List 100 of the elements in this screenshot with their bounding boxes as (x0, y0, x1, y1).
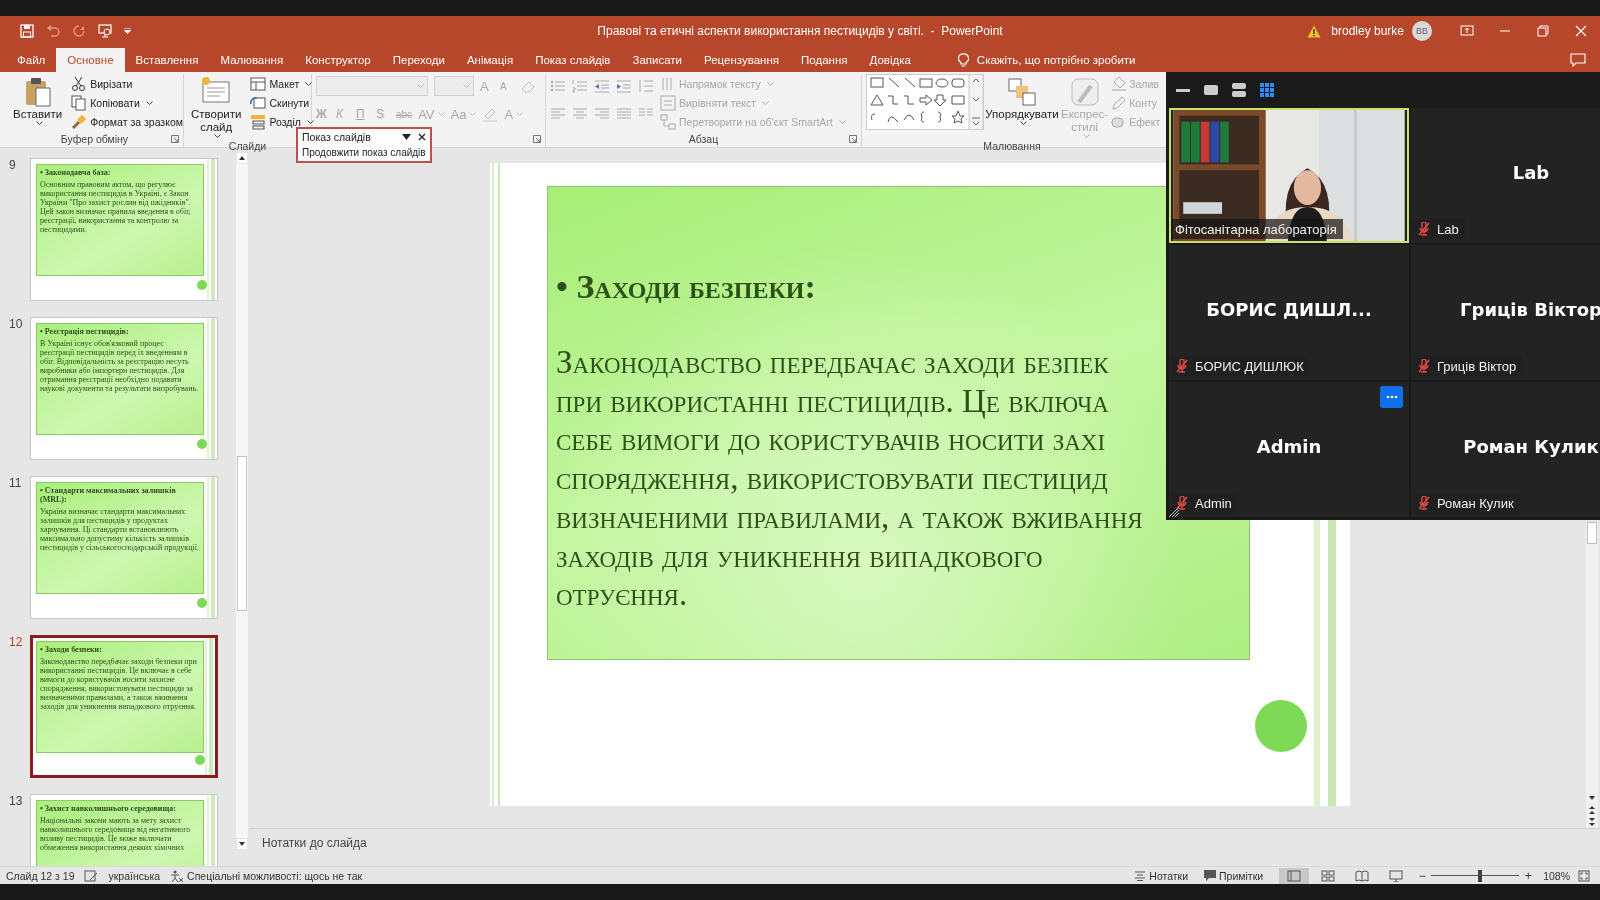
participant-tile[interactable]: Admin Admin (1169, 382, 1409, 517)
caret-icon (437, 112, 445, 116)
zoom-level[interactable]: 108% (1543, 869, 1570, 882)
slide-title: • Реєстрація пестицидів: (40, 327, 130, 336)
slide-sorter-icon (1321, 869, 1336, 882)
zoom-in-button[interactable]: + (1521, 868, 1536, 883)
ribbon-tab[interactable]: Основне (56, 48, 125, 72)
ribbon-tab[interactable]: Переходи (381, 48, 456, 72)
dropdown-icon[interactable] (401, 134, 411, 140)
spelling-icon[interactable] (84, 869, 99, 882)
participant-display-name: БОРИС ДИШЛ... (1206, 299, 1372, 320)
notes-field[interactable]: Нотатки до слайда (250, 828, 1600, 854)
slide-text-line: себе вимоги до користувачів носити захі (556, 420, 1106, 460)
view-button[interactable] (1230, 81, 1248, 99)
normal-view-icon (1287, 869, 1302, 882)
ribbon-button[interactable]: Розділ (248, 112, 316, 131)
participant-tile[interactable]: Lab Lab (1411, 108, 1600, 243)
view-button[interactable] (1258, 81, 1276, 99)
participant-name: Роман Кулик (1437, 495, 1514, 511)
ribbon-button[interactable]: Скинути (248, 93, 312, 112)
undo-icon (46, 24, 60, 38)
slide-title: • Заходи безпеки: (556, 267, 816, 307)
ribbon-button[interactable]: Вирізати (69, 74, 135, 93)
scroll-thumb[interactable] (1587, 522, 1597, 544)
participant-display-name: Admin (1256, 436, 1322, 457)
ribbon-tab[interactable]: Малювання (209, 48, 295, 72)
layout-icon (250, 75, 267, 92)
arrange-icon (1006, 76, 1038, 108)
more-button[interactable] (1380, 386, 1403, 408)
lightbulb-icon (957, 52, 969, 68)
slide-thumbnail[interactable] (30, 635, 218, 778)
slide-text: Законодавство передбачає заходи безпеки при використанні пестицидів. Це включає в себе вимоги до користувачів носити захисне спорядження, використовувати пестициди за визначеними правилами, а також вживання заходів для уникнення випадкового отруєння. (40, 657, 198, 711)
restore-icon (1536, 24, 1550, 38)
scrollbar[interactable] (1586, 522, 1598, 828)
ribbon-tab[interactable]: Файл (6, 48, 57, 72)
ribbon-button[interactable]: Макет (248, 74, 315, 93)
circle-shape (1255, 700, 1307, 752)
ribbon-tab[interactable]: Подання (790, 48, 859, 72)
smartart-icon (660, 113, 676, 130)
slide-number: 9 (8, 158, 17, 174)
numbering-icon (572, 79, 588, 93)
comments-button[interactable]: Примітки (1204, 869, 1264, 882)
bullets-icon (550, 79, 566, 93)
user-avatar[interactable]: BB (1412, 21, 1432, 41)
circle-shape (197, 598, 207, 608)
menu-item[interactable]: Продовжити показ слайдів (302, 146, 426, 159)
slide-number: 11 (8, 476, 23, 492)
pencil-icon (1111, 94, 1128, 111)
close-icon (1574, 24, 1588, 38)
scroll-up-icon (236, 152, 248, 164)
muted-mic-icon (1175, 359, 1189, 373)
participant-name: Фітосанітарна лабораторія (1175, 221, 1337, 237)
search-prompt[interactable]: Скажіть, що потрібно зробити (976, 54, 1136, 66)
ribbon-tab[interactable]: Записати (621, 48, 694, 72)
slide-thumbnail[interactable]: • Захист навколишнього середовища: Національні закони мають за мету захист навколишнього середовища від негативного впливу пестицидів. Це може включати обмеження використання деяких хімічних (30, 794, 218, 866)
ribbon-button[interactable]: Вставити (10, 74, 66, 127)
font-name-field[interactable] (316, 76, 428, 96)
participant-tile[interactable]: БОРИС ДИШЛ... БОРИС ДИШЛЮК (1169, 245, 1409, 380)
reset-icon (250, 94, 267, 111)
slide-text: Україна визначає стандарти максимальних залишків для пестицидів у продуктах харчування. Ці стандарти встановлюють максимально допустиму кількість залишків пестицидів у сільськогосподарській продукції. (40, 507, 200, 552)
scroll-thumb[interactable] (237, 456, 247, 611)
accessibility-button[interactable]: Спеціальні можливості: щось не так (170, 869, 363, 882)
caret-icon (1020, 121, 1027, 125)
ribbon-button[interactable]: Упорядкувати (986, 74, 1058, 127)
participant-name: Lab (1437, 221, 1459, 237)
slide-text-line: заходів для уникнення випадкового (556, 536, 1043, 576)
muted-mic-icon (1417, 496, 1431, 510)
language-button[interactable]: українська (108, 869, 161, 882)
slide-number: 13 (8, 794, 24, 810)
paintbrush-icon (71, 113, 88, 130)
participant-tile[interactable]: Роман Кулик Роман Кулик (1411, 382, 1600, 517)
ribbon-tab[interactable]: Конструктор (294, 48, 382, 72)
participant-tile[interactable]: Фітосанітарна лабораторія (1169, 108, 1409, 243)
notes-button[interactable]: Нотатки (1134, 869, 1189, 882)
caret-icon (35, 121, 43, 125)
strip-view-icon (1232, 83, 1246, 97)
ribbon-button[interactable]: Копіювати (69, 93, 155, 112)
more-icon (1385, 395, 1398, 399)
dialog-launcher-icon[interactable] (849, 135, 857, 143)
scrollbar[interactable] (236, 152, 248, 850)
slider-thumb[interactable] (1477, 869, 1482, 882)
book-icon (1355, 869, 1370, 882)
ribbon-button[interactable]: Створити слайд (188, 74, 245, 140)
speaker-view-icon (1204, 85, 1218, 95)
dialog-launcher-icon[interactable] (171, 135, 179, 143)
dialog-launcher-icon[interactable] (533, 135, 541, 143)
ribbon-tab[interactable]: Довідка (858, 48, 922, 72)
ribbon-button[interactable]: Формат за зразком (69, 112, 185, 131)
ribbon-tab[interactable]: Вставлення (124, 48, 210, 72)
font-size-field[interactable] (434, 76, 474, 96)
close-icon[interactable] (417, 133, 426, 141)
ribbon-tab[interactable]: Показ слайдів (524, 48, 622, 72)
ribbon-tab[interactable]: Рецензування (693, 48, 790, 72)
circle-shape (197, 280, 207, 290)
caret-icon (516, 112, 524, 116)
fit-to-window-icon[interactable] (1578, 869, 1590, 882)
zoom-out-button[interactable]: − (1415, 868, 1430, 883)
resize-handle-icon[interactable] (1168, 506, 1180, 518)
ribbon-tab[interactable]: Анімація (455, 48, 525, 72)
caret-icon (214, 134, 222, 138)
